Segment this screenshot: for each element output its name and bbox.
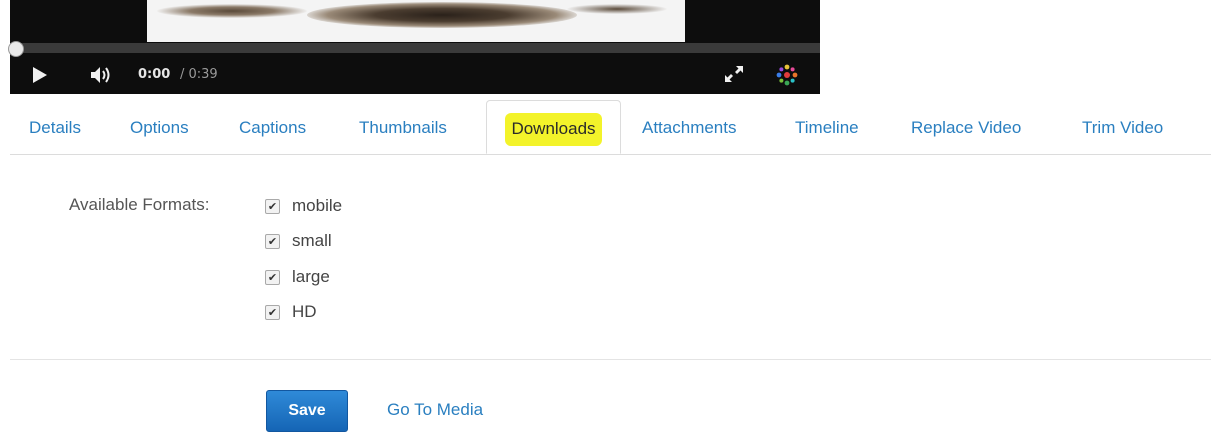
brand-logo-icon	[776, 64, 798, 86]
checkbox-hd[interactable]: ✔	[265, 304, 280, 320]
tab-downloads-label: Downloads	[505, 113, 602, 146]
go-to-media-link[interactable]: Go To Media	[387, 400, 483, 420]
progress-bar[interactable]	[10, 43, 820, 53]
tab-replace-video[interactable]: Replace Video	[911, 100, 1021, 154]
video-content	[157, 4, 307, 18]
section-divider	[10, 359, 1211, 360]
play-icon	[33, 67, 47, 83]
checkbox-small[interactable]: ✔	[265, 233, 280, 249]
time-total: / 0:39	[180, 67, 218, 82]
tab-downloads[interactable]: Downloads	[486, 100, 621, 154]
available-formats-label: Available Formats:	[69, 195, 210, 214]
format-option-hd[interactable]: ✔ HD	[265, 301, 317, 323]
format-label-small: small	[292, 231, 332, 250]
format-option-mobile[interactable]: ✔ mobile	[265, 195, 342, 217]
checkbox-mobile[interactable]: ✔	[265, 198, 280, 214]
format-label-mobile: mobile	[292, 196, 343, 215]
format-label-hd: HD	[292, 302, 317, 321]
volume-button[interactable]	[88, 64, 114, 86]
tab-timeline[interactable]: Timeline	[795, 100, 859, 154]
brand-logo-button[interactable]	[774, 62, 800, 88]
fullscreen-button[interactable]	[722, 63, 746, 85]
format-option-large[interactable]: ✔ large	[265, 266, 330, 288]
time-current: 0:00	[138, 67, 171, 82]
tab-trim-video[interactable]: Trim Video	[1082, 100, 1163, 154]
save-button[interactable]: Save	[266, 390, 348, 432]
tab-thumbnails[interactable]: Thumbnails	[359, 100, 447, 154]
video-content	[307, 2, 577, 28]
checkbox-large[interactable]: ✔	[265, 269, 280, 285]
tab-attachments[interactable]: Attachments	[642, 100, 737, 154]
tab-details[interactable]: Details	[29, 100, 81, 154]
play-button[interactable]	[28, 65, 52, 85]
tab-captions[interactable]: Captions	[239, 100, 306, 154]
video-frame[interactable]	[147, 0, 685, 42]
player-controls: 0:00 / 0:39	[10, 55, 820, 94]
format-option-small[interactable]: ✔ small	[265, 230, 332, 252]
media-tabs: Details Options Captions Thumbnails Down…	[10, 100, 1211, 155]
video-player[interactable]: 0:00 / 0:39	[8, 0, 820, 94]
video-content	[567, 4, 667, 14]
tab-options[interactable]: Options	[130, 100, 189, 154]
page: 0:00 / 0:39 Details Options Captions Thu…	[0, 0, 1211, 432]
volume-icon	[91, 67, 110, 83]
format-label-large: large	[292, 267, 330, 286]
fullscreen-icon	[725, 66, 743, 82]
